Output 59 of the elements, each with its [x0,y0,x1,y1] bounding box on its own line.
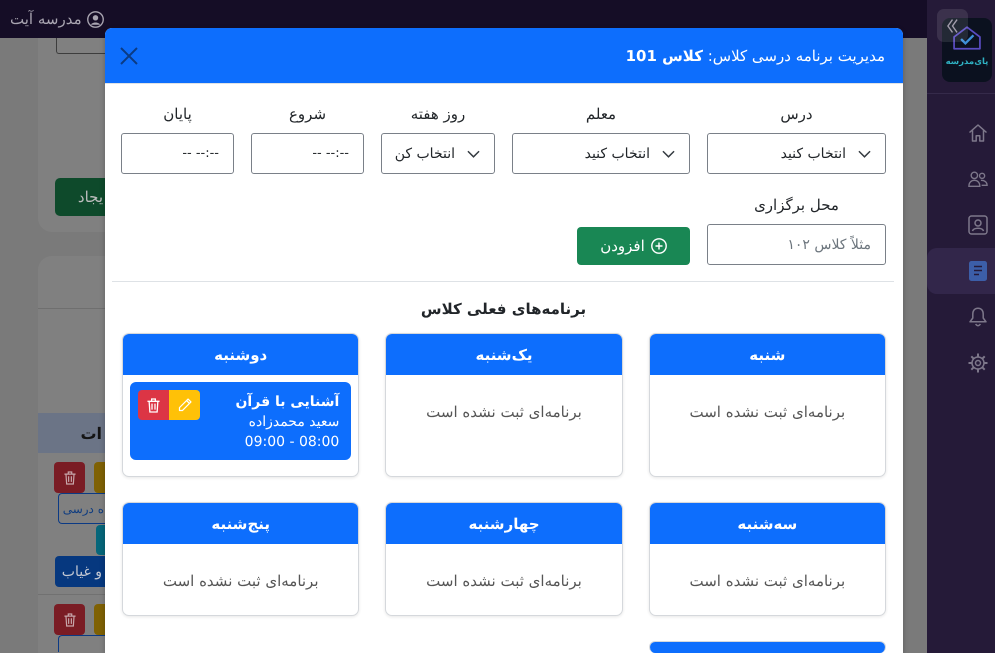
select-field[interactable]: انتخاب کنید [707,133,886,174]
plus-circle-icon [650,238,667,254]
settings-icon [968,353,988,373]
empty-message: برنامه‌ای ثبت نشده است [425,571,583,592]
collapse-button[interactable] [937,9,968,42]
attendance-button[interactable]: و غیاب [55,556,105,587]
field-label: شروع [288,104,328,125]
modal-title: مدیریت برنامه درسی کلاس: کلاس 101 [626,46,885,64]
home-icon [968,123,988,143]
bell-icon [968,307,988,327]
trash-icon [147,398,160,412]
user-icon [86,10,104,28]
day-header: یک‌شنبه [386,334,622,375]
create-button[interactable]: یجاد [55,178,105,216]
document-icon [968,261,988,281]
chevron-down-icon [467,150,480,158]
chevron-down-icon [858,150,871,158]
time-field[interactable]: --:-- -- [251,133,364,174]
select-field[interactable]: انتخاب کن [381,133,495,174]
day-header: دوشنبه [123,334,358,375]
select-field[interactable]: انتخاب کنید [512,133,690,174]
trash-icon [64,470,76,484]
add-button[interactable]: افزودن [577,227,690,265]
contact-card-icon [968,215,988,235]
field-label: درس [779,104,814,125]
field-label: معلم [584,104,618,125]
nav-item[interactable] [927,248,995,294]
users-icon [968,169,988,189]
entry-title: آشنایی با قرآن [235,392,340,412]
chevrons-left-icon [947,18,958,34]
close-icon [120,46,138,64]
trash-icon [64,612,76,626]
field-label: روز هفته [410,104,466,125]
empty-message: برنامه‌ای ثبت نشده است [162,571,320,592]
user-name: مدرسه آیت [10,10,82,28]
house-check-icon [953,26,981,50]
text-field[interactable]: مثلاً کلاس ۱۰۲ [707,224,886,265]
chevron-down-icon [662,150,675,158]
day-header: پنج‌شنبه [123,503,358,544]
logo-text: پای‌مدرسه [946,56,988,68]
day-header: سه‌شنبه [650,503,885,544]
delete-button[interactable] [138,390,170,420]
delete-button[interactable] [54,604,85,635]
pencil-icon [178,398,192,412]
table-header: ات [38,413,105,453]
section-title: برنامه‌های فعلی کلاس [420,299,588,319]
time-field[interactable]: --:-- -- [121,133,234,174]
field-label: محل برگزاری [753,195,840,216]
delete-button[interactable] [54,462,85,493]
empty-message: برنامه‌ای ثبت نشده است [425,402,583,423]
day-header: شنبه [650,334,885,375]
empty-message: برنامه‌ای ثبت نشده است [688,402,846,423]
field-label: پایان [162,104,193,125]
entry-teacher: سعید محمدزاده [248,413,340,432]
edit-button[interactable] [169,390,200,420]
close-button[interactable] [120,46,138,64]
day-header: چهارشنبه [386,503,622,544]
entry-time: 08:00 - 09:00 [244,433,340,452]
empty-message: برنامه‌ای ثبت نشده است [688,571,846,592]
